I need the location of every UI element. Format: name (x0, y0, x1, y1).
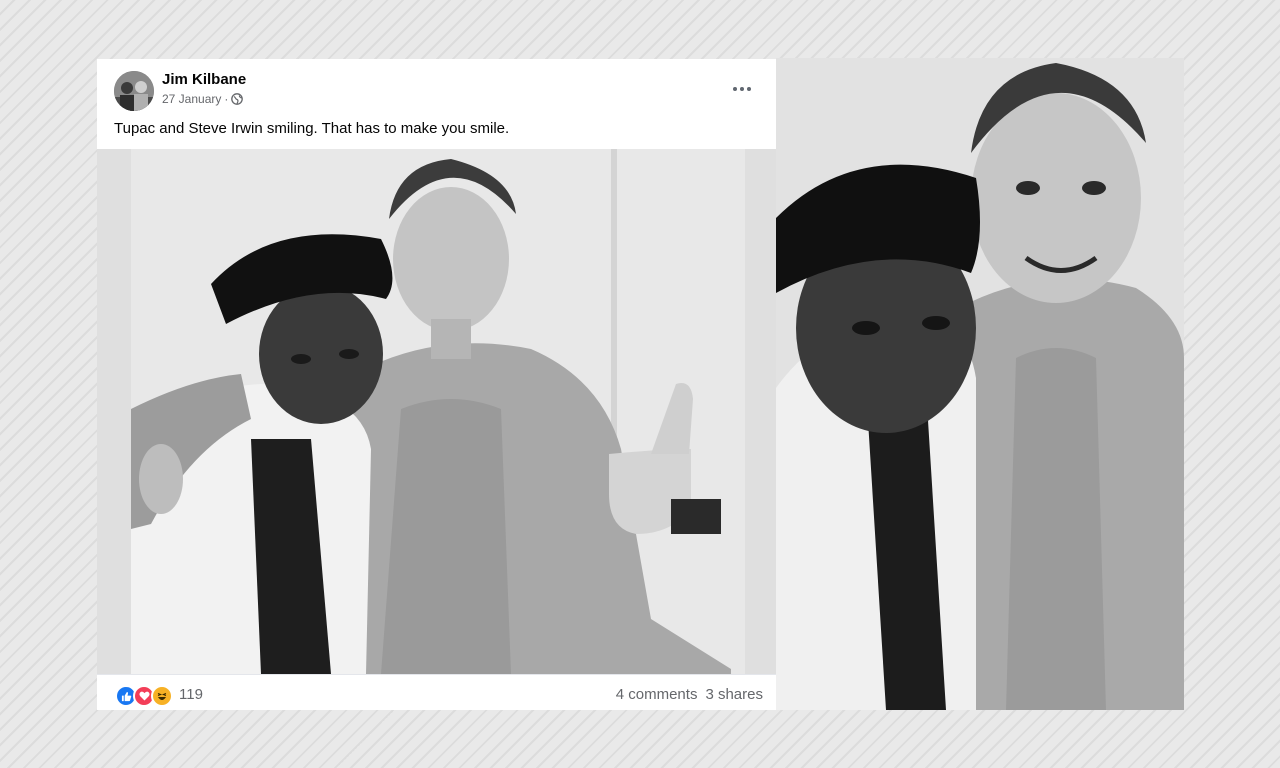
post-footer: 119 4 comments 3 shares (97, 674, 776, 710)
post-stats: 4 comments 3 shares (616, 686, 763, 704)
post-meta: 27 January · (162, 91, 244, 107)
comments-count-link[interactable]: 4 comments (616, 686, 698, 704)
facebook-post: Jim Kilbane 27 January · Tupac and Steve… (97, 59, 776, 710)
globe-icon[interactable] (231, 93, 244, 105)
post-header: Jim Kilbane 27 January · Tupac and Steve… (97, 59, 776, 149)
reaction-count[interactable]: 119 (179, 686, 203, 704)
more-options-icon[interactable] (727, 75, 757, 103)
shares-count-link[interactable]: 3 shares (705, 686, 763, 704)
haha-icon (151, 685, 173, 707)
post-date[interactable]: 27 January (162, 91, 221, 107)
post-photo[interactable] (97, 149, 776, 674)
author-name[interactable]: Jim Kilbane (162, 71, 246, 89)
post-caption: Tupac and Steve Irwin smiling. That has … (114, 120, 510, 137)
author-avatar[interactable] (114, 71, 154, 111)
zoomed-photo (776, 58, 1184, 710)
meta-separator: · (224, 92, 229, 106)
reaction-icons[interactable] (115, 685, 173, 707)
